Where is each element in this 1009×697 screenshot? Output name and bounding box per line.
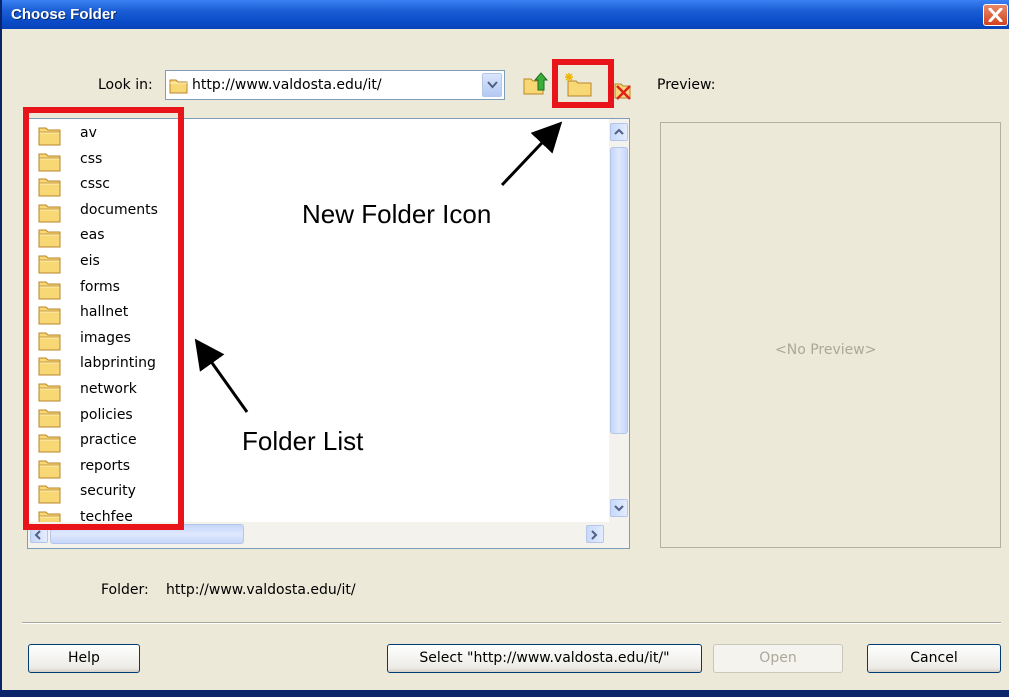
window-title: Choose Folder (11, 6, 117, 23)
up-folder-icon[interactable] (523, 72, 549, 96)
no-preview-text: <No Preview> (775, 342, 877, 358)
title-bar: Choose Folder (2, 0, 1009, 29)
vertical-scroll-thumb[interactable] (610, 147, 628, 434)
folder-icon (169, 79, 188, 94)
scroll-up-button[interactable] (610, 123, 628, 141)
vertical-scrollbar[interactable] (609, 119, 629, 522)
look-in-value: http://www.valdosta.edu/it/ (192, 77, 382, 93)
open-button[interactable]: Open (713, 644, 843, 673)
scroll-down-button[interactable] (610, 499, 628, 517)
cancel-button[interactable]: Cancel (867, 644, 1001, 673)
new-folder-annotation: New Folder Icon (302, 199, 492, 229)
chevron-left-icon (34, 530, 41, 540)
chevron-down-icon (487, 81, 498, 89)
help-button[interactable]: Help (28, 644, 140, 673)
close-button[interactable] (983, 4, 1008, 26)
delete-icon[interactable] (614, 80, 632, 100)
dropdown-arrow-button[interactable] (482, 73, 502, 97)
folder-label: Folder: (101, 582, 149, 598)
select-button[interactable]: Select "http://www.valdosta.edu/it/" (387, 644, 702, 673)
folder-list-highlight (23, 107, 184, 530)
divider (22, 622, 1001, 624)
new-folder-highlight (552, 59, 614, 108)
preview-pane: <No Preview> (660, 122, 1001, 548)
close-icon (988, 8, 1003, 22)
taskbar-strip (0, 690, 1009, 697)
look-in-label: Look in: (98, 77, 153, 93)
scroll-right-button[interactable] (586, 525, 604, 543)
folder-path: http://www.valdosta.edu/it/ (166, 582, 356, 598)
chevron-up-icon (614, 128, 624, 135)
chevron-right-icon (591, 530, 598, 540)
folder-list-annotation: Folder List (242, 426, 364, 456)
choose-folder-dialog: Choose Folder Look in: http://www.valdos… (0, 0, 1009, 690)
chevron-down-icon (614, 505, 624, 512)
look-in-dropdown[interactable]: http://www.valdosta.edu/it/ (165, 70, 505, 100)
preview-label: Preview: (657, 77, 716, 93)
